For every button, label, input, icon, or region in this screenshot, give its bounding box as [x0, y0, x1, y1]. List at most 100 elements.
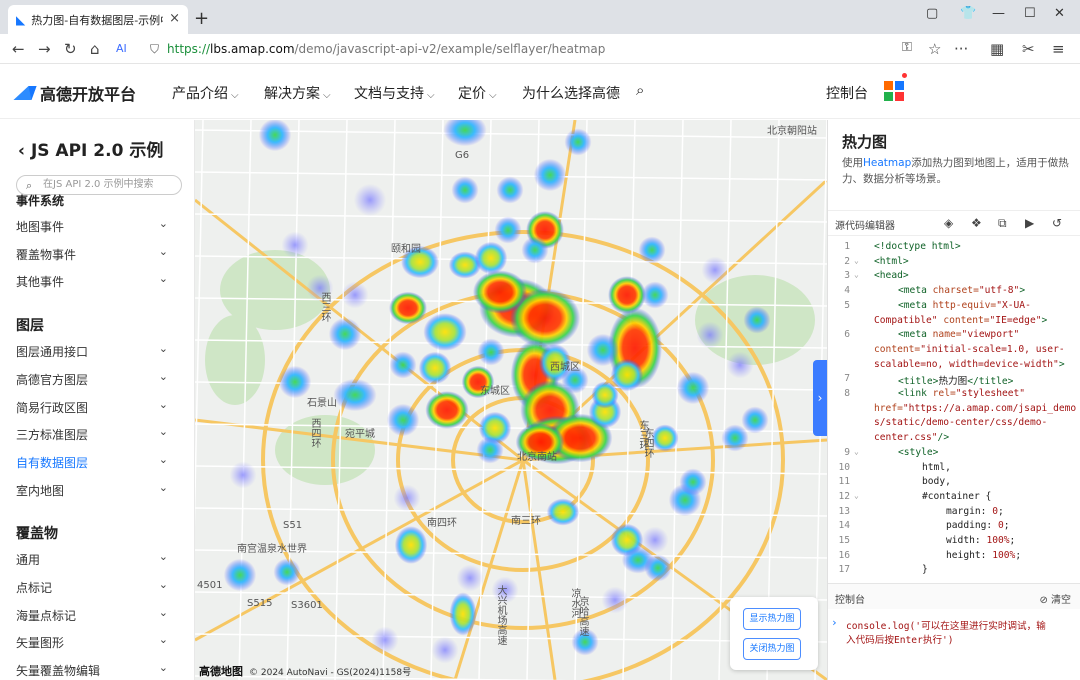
heatmap-map[interactable]: 西三环 西四环 颐和园 西城区 东城区 东三环 东四环 石景山 南四环 南三环 南宫温泉水世界 凉水河… [195, 120, 827, 680]
menu-pricing[interactable]: 定价 ⌵ [458, 83, 497, 103]
menu-products[interactable]: 产品介绍 ⌵ [172, 83, 239, 103]
heat-blob [341, 281, 369, 309]
heat-blob [696, 321, 724, 349]
sidebar-item[interactable]: 覆盖物事件 ⌄ [16, 245, 176, 263]
code-editor[interactable]: 1 <!doctype html> 2 ⌄ <html> 3 ⌄ <head> 4 <meta c… [828, 238, 1080, 576]
heat-blob [601, 586, 629, 614]
code-token: > [1019, 285, 1026, 297]
chevron-down-icon: ⌄ [158, 578, 168, 591]
reload-icon[interactable]: ↻ [64, 40, 77, 58]
forward-icon[interactable]: → [38, 40, 51, 58]
tab-count-icon[interactable]: ▢ [926, 6, 938, 21]
sidebar-item[interactable]: 海量点标记 ⌄ [16, 606, 176, 624]
chevron-down-icon: ⌄ [158, 217, 168, 230]
map-label: 西三环 [319, 292, 330, 322]
sidebar-item[interactable]: 其他事件 ⌄ [16, 272, 176, 290]
jsfiddle-icon[interactable]: ❖ [971, 216, 982, 230]
map-label: 北京南站 [517, 452, 557, 463]
line-number: 8 [844, 388, 850, 399]
fold-chevron-icon[interactable]: ⌄ [854, 270, 859, 279]
heatmap-doc-link[interactable]: Heatmap [863, 157, 911, 169]
chevron-down-icon: ⌄ [158, 633, 168, 647]
sidebar-item[interactable]: 通用 ⌄ [16, 550, 176, 568]
copy-icon[interactable]: ⧉ [998, 216, 1007, 231]
shirt-icon[interactable]: 👕 [960, 6, 976, 21]
heat-blob [431, 636, 459, 664]
code-token: scalable=no, width=device-width" [874, 358, 1059, 370]
sidebar-item[interactable]: 点标记 ⌄ [16, 578, 176, 596]
heat-blob [701, 256, 729, 284]
line-number: 3 [844, 270, 850, 282]
heat-blob [496, 176, 524, 204]
sidebar-title-text: JS API 2.0 示例 [30, 141, 164, 161]
key-icon[interactable]: ⚿ [902, 40, 912, 55]
sidebar-item[interactable]: 室内地图 ⌄ [16, 481, 176, 499]
close-window-icon[interactable]: ✕ [1054, 6, 1065, 21]
code-token: body, [922, 476, 951, 488]
sidebar-item[interactable]: 地图事件 ⌄ [16, 217, 176, 235]
console-link[interactable]: 控制台 [826, 83, 868, 103]
sidebar-item[interactable]: 高德官方图层 ⌄ [16, 370, 176, 388]
fold-chevron-icon[interactable]: ⌄ [854, 256, 859, 265]
back-icon[interactable]: ← [12, 40, 25, 58]
sidebar-item[interactable]: 自有数据图层 ⌄ [16, 453, 176, 471]
code-token: "X-UA- [996, 299, 1031, 311]
line-number: 1 [844, 241, 850, 252]
line-number: 17 [838, 564, 850, 576]
desc-prefix: 使用 [842, 157, 863, 169]
menu-icon[interactable]: ≡ [1052, 40, 1065, 58]
panel-description: 使用Heatmap添加热力图到地图上，适用于做热力、数据分析等场景。 [842, 155, 1074, 187]
browser-tab-bar: ◣ 热力图-自有数据图层-示例中 × + ▢ 👕 — ☐ ✕ [0, 0, 1080, 34]
code-token: } [922, 564, 928, 576]
code-text: scalable=no, width=device-width"> [874, 359, 1065, 370]
heat-blob [679, 468, 707, 496]
map-label: 南四环 [427, 518, 457, 529]
fold-chevron-icon[interactable]: ⌄ [854, 447, 859, 456]
code-panel: 热力图 使用Heatmap添加热力图到地图上，适用于做热力、数据分析等场景。 源… [827, 120, 1080, 680]
code-text: center.css"/> [874, 432, 949, 443]
fold-chevron-icon[interactable]: ⌄ [854, 491, 859, 500]
collapse-panel-button[interactable]: › [813, 360, 827, 436]
code-token: center.css" [874, 432, 938, 444]
extensions-grid-icon[interactable]: ▦ [990, 40, 1004, 58]
console-output[interactable]: › console.log('可以在这里进行实时调试，输 入代码后按Enter执… [828, 612, 1080, 680]
map-canvas[interactable] [195, 120, 827, 680]
bookmark-star-icon[interactable]: ☆ [928, 40, 941, 58]
code-token: 热力图 [938, 376, 968, 388]
menu-solutions[interactable]: 解决方案 ⌵ [264, 83, 331, 103]
more-icon[interactable]: ··· [954, 40, 968, 58]
new-tab-button[interactable]: + [194, 8, 209, 29]
close-tab-icon[interactable]: × [169, 11, 180, 26]
sidebar-item[interactable]: 矢量图形 ⌄ [16, 633, 176, 651]
line-number: 15 [838, 535, 850, 546]
clear-console-button[interactable]: ⊘ 清空 [1039, 591, 1071, 606]
ai-icon[interactable]: AI [116, 42, 127, 55]
hide-heatmap-button[interactable]: 关闭热力图 [743, 638, 801, 660]
sidebar-item[interactable]: 矢量覆盖物编辑 ⌄ [16, 661, 176, 679]
minimize-icon[interactable]: — [992, 6, 1005, 21]
url-field[interactable]: ⛉ https://lbs.amap.com/demo/javascript-a… [150, 38, 890, 60]
example-sidebar: ‹ JS API 2.0 示例 ⌕ 在JS API 2.0 示例中搜索 事件系统… [0, 120, 195, 680]
scissors-icon[interactable]: ✂ [1022, 40, 1035, 58]
maximize-icon[interactable]: ☐ [1024, 6, 1036, 21]
sidebar-item[interactable]: 三方标准图层 ⌄ [16, 425, 176, 443]
menu-docs[interactable]: 文档与支持 ⌵ [354, 83, 435, 103]
reset-icon[interactable]: ↺ [1052, 216, 1062, 230]
show-heatmap-button[interactable]: 显示热力图 [743, 608, 801, 630]
code-token: Compatible" [874, 314, 938, 326]
sidebar-title[interactable]: ‹ JS API 2.0 示例 [18, 136, 163, 161]
sidebar-heading: 图层 [16, 318, 44, 335]
sidebar-item[interactable]: 简易行政区图 ⌄ [16, 398, 176, 416]
map-label: 颐和园 [391, 244, 421, 255]
menu-why[interactable]: 为什么选择高德 [522, 83, 620, 103]
sidebar-item[interactable]: 图层通用接口 ⌄ [16, 342, 176, 360]
amap-logo[interactable]: 高德开放平台 [13, 81, 136, 105]
apps-grid-icon[interactable] [884, 73, 907, 101]
codepen-icon[interactable]: ◈ [944, 216, 953, 230]
run-icon[interactable]: ▶ [1025, 216, 1034, 230]
browser-tab[interactable]: ◣ 热力图-自有数据图层-示例中 × [8, 5, 188, 34]
home-icon[interactable]: ⌂ [90, 40, 100, 58]
url-host: lbs.amap.com [210, 42, 295, 56]
code-token: s/static/demo-center/css/demo- [874, 417, 1048, 429]
search-icon[interactable]: ⌕ [636, 81, 644, 99]
